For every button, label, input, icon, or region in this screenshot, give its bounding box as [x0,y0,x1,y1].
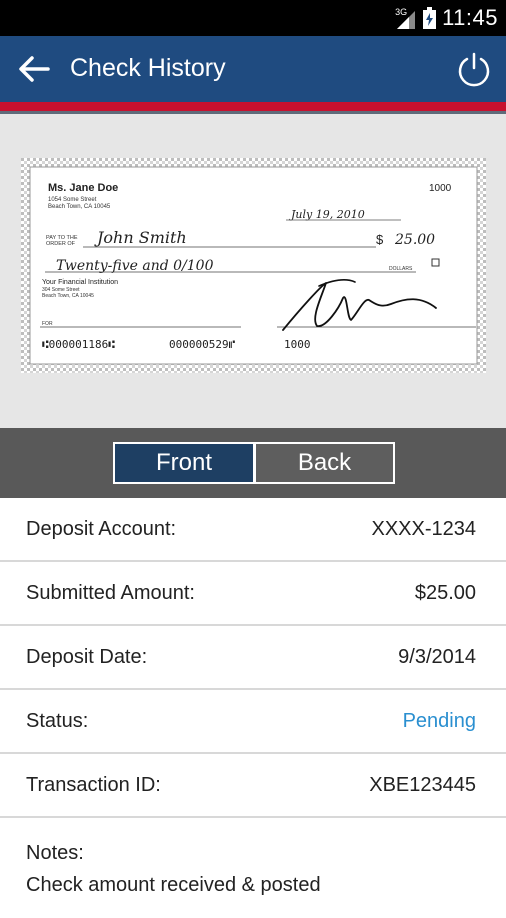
bank-address-2: Beach Town, CA 10045 [42,293,94,299]
clock: 11:45 [442,5,498,30]
check-image-area: Ms. Jane Doe 1054 Some Street Beach Town… [0,114,506,428]
micr-routing: ⑆000001186⑆ [42,338,115,351]
detail-value: XXXX-1234 [371,518,476,540]
payer-address-1: 1054 Some Street [48,197,97,203]
status-bar: 3G 11:45 [0,0,506,36]
bank-name: Your Financial Institution [42,279,118,286]
back-arrow-icon[interactable] [17,53,51,85]
detail-label: Status: [26,710,89,732]
payer-address-2: Beach Town, CA 10045 [48,204,111,210]
network-indicator: 3G [395,7,417,29]
dollar-sign: $ [376,232,384,247]
check-image: Ms. Jane Doe 1054 Some Street Beach Town… [21,158,486,373]
check-date: July 19, 2010 [289,208,365,221]
payee-name: John Smith [94,228,187,247]
detail-row-transaction-id: Transaction ID: XBE123445 [0,754,506,818]
detail-row-status: Status: Pending [0,690,506,754]
notes-section: Notes: Check amount received & posted [0,818,506,918]
status-icons: 3G 11:45 [395,0,498,36]
check-front-image: Ms. Jane Doe 1054 Some Street Beach Town… [21,158,486,373]
front-tab[interactable]: Front [113,442,255,484]
detail-label: Transaction ID: [26,774,161,796]
status-badge: Pending [402,710,476,732]
side-toggle: Front Back [0,428,506,498]
pay-to-label-2: ORDER OF [46,241,76,247]
detail-label: Submitted Amount: [26,582,195,604]
back-tab[interactable]: Back [254,442,395,484]
detail-value: $25.00 [414,582,476,604]
micr-check-number: 1000 [284,338,311,351]
notes-text: Check amount received & posted [26,874,321,896]
battery-icon [423,7,437,29]
notes-label: Notes: [26,842,84,864]
deposit-details: Deposit Account: XXXX-1234 Submitted Amo… [0,498,506,918]
payer-name: Ms. Jane Doe [48,182,118,194]
power-icon[interactable] [455,51,493,89]
dollars-label: DOLLARS [389,266,413,272]
detail-row-deposit-date: Deposit Date: 9/3/2014 [0,626,506,690]
check-number: 1000 [429,183,452,194]
accent-stripe [0,102,506,111]
micr-account: 000000529⑈ [169,338,236,351]
detail-label: Deposit Account: [26,518,177,540]
detail-value: 9/3/2014 [398,646,476,668]
detail-label: Deposit Date: [26,646,148,668]
signal-icon [397,11,416,29]
check-amount: 25.00 [394,232,435,248]
page-title: Check History [70,54,226,82]
memo-label: FOR [42,321,53,327]
app-bar: Check History [0,36,506,102]
detail-value: XBE123445 [369,774,476,796]
detail-row-submitted-amount: Submitted Amount: $25.00 [0,562,506,626]
detail-row-deposit-account: Deposit Account: XXXX-1234 [0,498,506,562]
